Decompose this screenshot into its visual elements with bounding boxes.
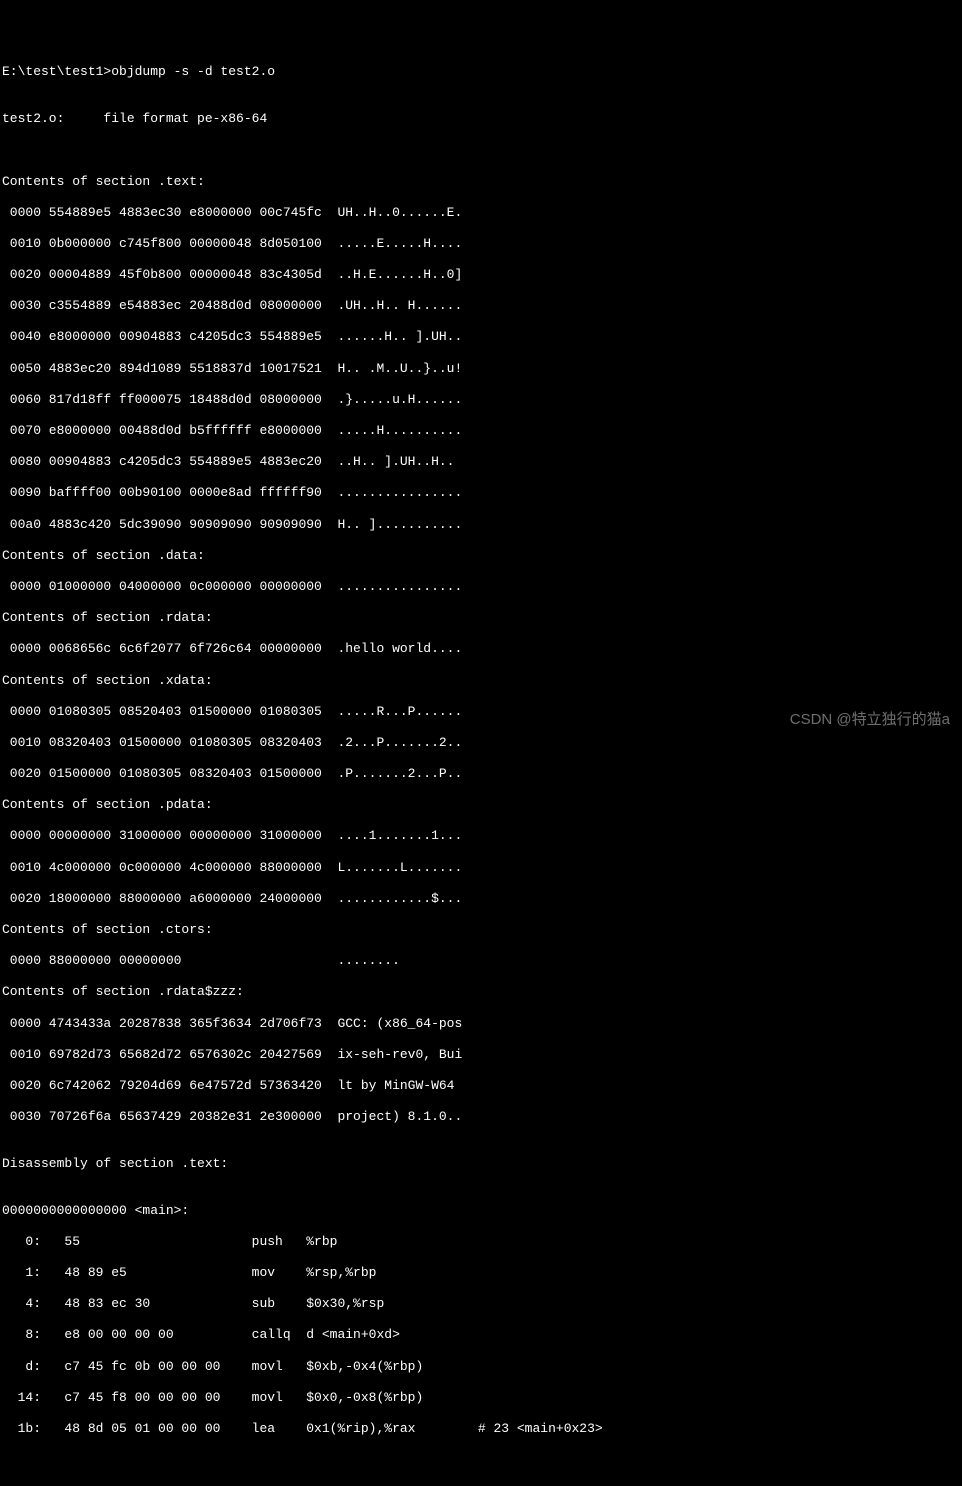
hex-dump-line: 0090 baffff00 00b90100 0000e8ad ffffff90… [2,485,960,501]
hex-dump-line: 0010 4c000000 0c000000 4c000000 88000000… [2,860,960,876]
hex-dump-line: 0000 4743433a 20287838 365f3634 2d706f73… [2,1016,960,1032]
disasm-line: 1b: 48 8d 05 01 00 00 00 lea 0x1(%rip),%… [2,1421,960,1437]
hex-dump-line: 0060 817d18ff ff000075 18488d0d 08000000… [2,392,960,408]
disasm-line: 0: 55 push %rbp [2,1234,960,1250]
section-header-data: Contents of section .data: [2,548,960,564]
hex-dump-line: 0070 e8000000 00488d0d b5ffffff e8000000… [2,423,960,439]
hex-dump-line: 0080 00904883 c4205dc3 554889e5 4883ec20… [2,454,960,470]
hex-dump-line: 0000 0068656c 6c6f2077 6f726c64 00000000… [2,641,960,657]
section-header-ctors: Contents of section .ctors: [2,922,960,938]
hex-dump-line: 0010 69782d73 65682d72 6576302c 20427569… [2,1047,960,1063]
disasm-line: 1: 48 89 e5 mov %rsp,%rbp [2,1265,960,1281]
hex-dump-line: 0020 01500000 01080305 08320403 01500000… [2,766,960,782]
hex-dump-line: 0000 554889e5 4883ec30 e8000000 00c745fc… [2,205,960,221]
hex-dump-line: 0010 0b000000 c745f800 00000048 8d050100… [2,236,960,252]
hex-dump-line: 0020 00004889 45f0b800 00000048 83c4305d… [2,267,960,283]
disasm-line: 4: 48 83 ec 30 sub $0x30,%rsp [2,1296,960,1312]
hex-dump-line: 0030 70726f6a 65637429 20382e31 2e300000… [2,1109,960,1125]
hex-dump-line: 0000 01080305 08520403 01500000 01080305… [2,704,960,720]
hex-dump-line: 00a0 4883c420 5dc39090 90909090 90909090… [2,517,960,533]
section-header-rdatazzz: Contents of section .rdata$zzz: [2,984,960,1000]
hex-dump-line: 0000 88000000 00000000 ........ [2,953,960,969]
hex-dump-line: 0020 18000000 88000000 a6000000 24000000… [2,891,960,907]
section-header-text: Contents of section .text: [2,174,960,190]
disassembly-header: Disassembly of section .text: [2,1156,960,1172]
hex-dump-line: 0000 01000000 04000000 0c000000 00000000… [2,579,960,595]
hex-dump-line: 0050 4883ec20 894d1089 5518837d 10017521… [2,361,960,377]
command-prompt: E:\test\test1>objdump -s -d test2.o [2,64,960,80]
section-header-pdata: Contents of section .pdata: [2,797,960,813]
disasm-line: 8: e8 00 00 00 00 callq d <main+0xd> [2,1327,960,1343]
disasm-line: d: c7 45 fc 0b 00 00 00 movl $0xb,-0x4(%… [2,1359,960,1375]
hex-dump-line: 0000 00000000 31000000 00000000 31000000… [2,828,960,844]
disasm-line: 14: c7 45 f8 00 00 00 00 movl $0x0,-0x8(… [2,1390,960,1406]
function-label: 0000000000000000 <main>: [2,1203,960,1219]
section-header-rdata: Contents of section .rdata: [2,610,960,626]
hex-dump-line: 0030 c3554889 e54883ec 20488d0d 08000000… [2,298,960,314]
hex-dump-line: 0040 e8000000 00904883 c4205dc3 554889e5… [2,329,960,345]
file-format-header: test2.o: file format pe-x86-64 [2,111,960,127]
section-header-xdata: Contents of section .xdata: [2,673,960,689]
hex-dump-line: 0020 6c742062 79204d69 6e47572d 57363420… [2,1078,960,1094]
